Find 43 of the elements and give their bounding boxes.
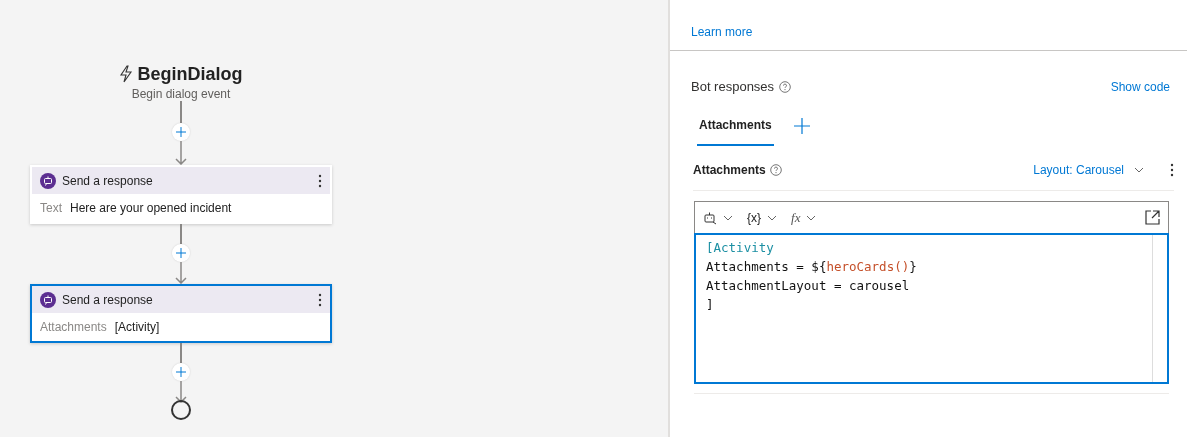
connector-arrow [175, 262, 187, 284]
add-icon [176, 127, 186, 137]
code-line: [Activity [706, 239, 775, 257]
bot-icon[interactable] [703, 210, 717, 225]
connector-arrow [175, 141, 187, 165]
learn-more-link[interactable]: Learn more [691, 25, 753, 39]
toolbar-button[interactable]: fx [791, 209, 801, 226]
chevron-down-icon [806, 214, 817, 221]
more-options-icon[interactable] [318, 173, 322, 188]
card-title: Send a response [62, 292, 154, 307]
add-icon [176, 367, 186, 377]
lightning-icon [119, 65, 134, 83]
toolbar-button[interactable]: {x} [747, 210, 761, 225]
show-code-link[interactable]: Show code [1110, 79, 1170, 94]
help-icon [779, 80, 792, 93]
layout-dropdown[interactable]: Layout: Carousel [1027, 162, 1150, 178]
card-title: Send a response [62, 173, 154, 188]
section-title: Bot responses [691, 79, 775, 94]
expand-icon[interactable] [1145, 210, 1160, 225]
action-card[interactable]: Send a response Text Here are your opened incident [30, 165, 332, 224]
connector-arrow [175, 381, 187, 403]
end-node [171, 400, 191, 420]
more-options-icon[interactable] [1170, 163, 1174, 177]
code-line: ] [706, 296, 715, 314]
more-options-icon[interactable] [318, 292, 322, 307]
code-line: Attachments = ${heroCards()} [706, 258, 918, 276]
trigger-subtitle: Begin dialog event [131, 87, 231, 101]
section-label: Attachments [693, 163, 766, 177]
help-icon [769, 164, 782, 176]
chevron-down-icon [723, 214, 733, 221]
bot-icon [40, 291, 56, 308]
code-line: AttachmentLayout = carousel [706, 277, 911, 295]
field-value: Here are your opened incident [70, 201, 232, 215]
bot-icon [40, 172, 56, 189]
add-icon [176, 248, 186, 258]
tab[interactable]: Attachments [697, 118, 774, 146]
action-card[interactable]: Send a response Attachments [Activity] [30, 284, 332, 343]
field-value: [Activity] [114, 320, 160, 334]
chevron-down-icon [1134, 167, 1144, 173]
field-label: Attachments [40, 320, 107, 334]
chevron-down-icon [767, 214, 777, 221]
trigger-title: BeginDialog [137, 63, 243, 85]
field-label: Text [40, 201, 62, 215]
